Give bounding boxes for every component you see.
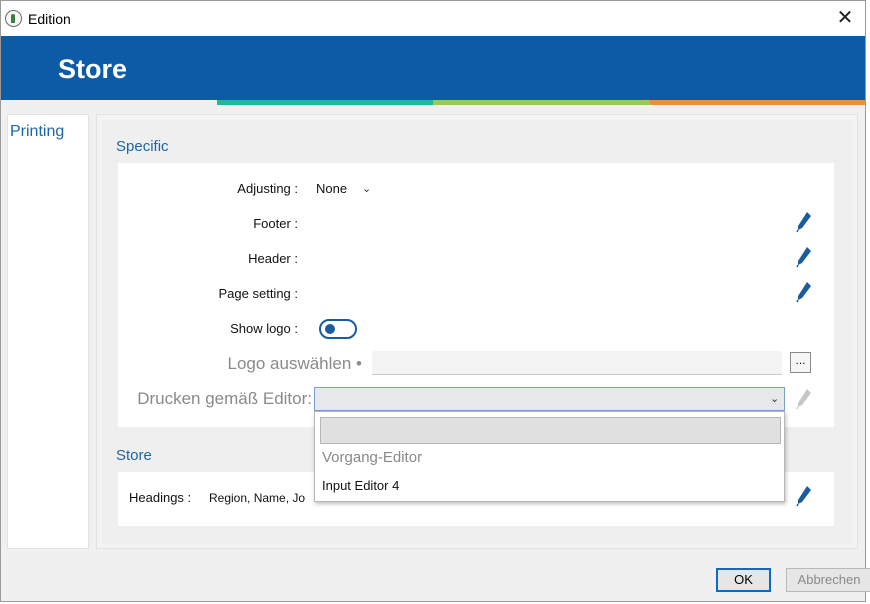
section-title-store: Store [116,447,152,464]
print-editor-select[interactable]: ⌄ [314,387,785,411]
app-icon [5,10,22,27]
close-icon[interactable]: ✕ [836,8,854,28]
chevron-down-icon[interactable]: ⌄ [362,184,372,195]
adjusting-select[interactable]: None [316,181,347,196]
page-setting-label: Page setting : [218,286,299,301]
cancel-button[interactable]: Abbrechen [786,568,870,592]
header-edit-pencil-icon[interactable] [796,246,812,268]
page-setting-edit-pencil-icon[interactable] [796,281,812,303]
header-label: Header : [248,251,298,266]
title-bar: Edition ✕ [1,1,865,36]
logo-path-input[interactable] [372,351,782,375]
footer-label: Footer : [253,216,298,231]
chevron-down-icon[interactable]: ⌄ [770,394,780,405]
section-title-specific: Specific [116,138,169,155]
print-editor-dropdown: Vorgang-Editor Input Editor 4 [314,411,785,502]
headings-edit-pencil-icon[interactable] [796,485,812,507]
window-title: Edition [28,11,71,27]
header-banner: Store [1,36,865,100]
dropdown-search-input[interactable] [320,417,781,444]
dropdown-option-input-editor-4[interactable]: Input Editor 4 [322,478,399,493]
edition-window: Edition ✕ Store Printing Specific Adjust… [0,0,870,602]
sidebar-nav: Printing [7,114,89,549]
print-editor-label: Drucken gemäß Editor: [137,389,312,408]
show-logo-toggle[interactable] [319,319,357,339]
show-logo-label: Show logo : [230,321,298,336]
adjusting-label: Adjusting : [237,181,298,196]
print-editor-edit-pencil-icon [796,389,811,410]
dropdown-option-vorgang-editor[interactable]: Vorgang-Editor [322,449,422,466]
toggle-knob [325,324,335,334]
headings-value: Region, Name, Jo [209,491,306,505]
ok-button[interactable]: OK [716,568,771,592]
footer-edit-pencil-icon[interactable] [796,211,812,233]
sidebar-item-printing[interactable]: Printing [10,123,64,141]
logo-browse-button[interactable]: ... [790,352,811,373]
headings-label: Headings : [129,490,192,505]
banner-title: Store [58,54,128,84]
logo-select-label: Logo auswählen • [227,354,363,373]
